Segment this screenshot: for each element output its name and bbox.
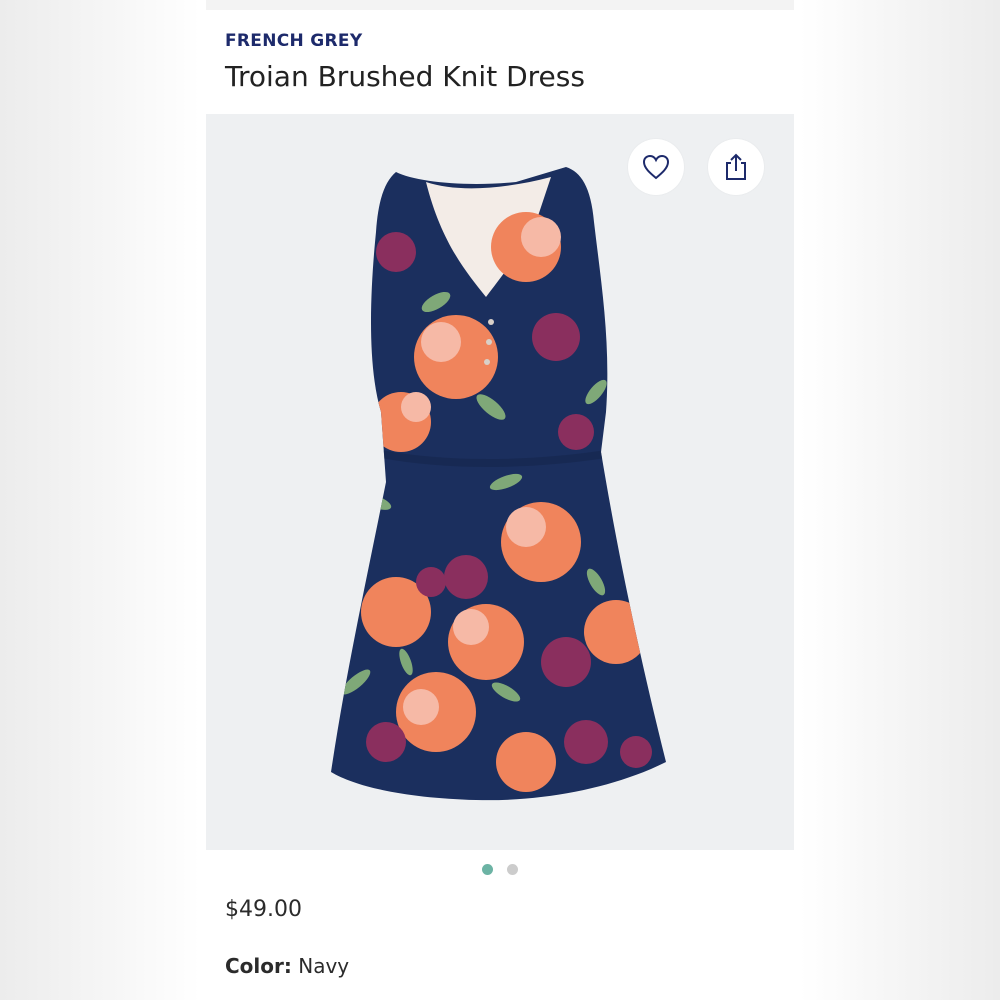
color-value: Navy <box>298 954 350 978</box>
favorite-button[interactable] <box>628 139 684 195</box>
carousel-dot-active[interactable] <box>482 864 493 875</box>
top-divider <box>206 0 794 10</box>
product-price: $49.00 <box>225 897 302 922</box>
color-label: Color: <box>225 954 292 978</box>
heart-icon <box>642 154 670 180</box>
dress-image <box>331 167 666 801</box>
carousel-dot[interactable] <box>507 864 518 875</box>
share-icon <box>726 153 746 180</box>
product-brand: FRENCH GREY <box>225 31 363 51</box>
product-title: Troian Brushed Knit Dress <box>225 60 585 93</box>
share-button[interactable] <box>708 139 764 195</box>
product-color: Color: Navy <box>225 954 349 978</box>
carousel-pagination <box>206 864 794 875</box>
product-image-carousel[interactable] <box>206 114 794 850</box>
product-card: FRENCH GREY Troian Brushed Knit Dress $4… <box>206 0 794 1000</box>
